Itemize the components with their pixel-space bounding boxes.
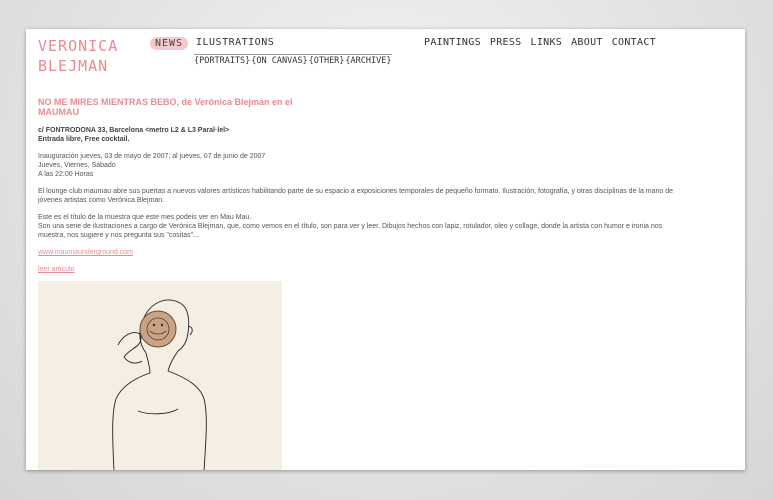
time-line: A las 22:00 Horas bbox=[38, 171, 94, 178]
nav-other[interactable]: {OTHER} bbox=[309, 56, 345, 66]
article-address: c/ FONTRODONA 33, Barcelona <metro L2 & … bbox=[38, 126, 678, 144]
article-paragraph-2: Este es el título de la muestra que este… bbox=[38, 213, 678, 240]
date-line: Inauguración jueves, 03 de mayo de 2007;… bbox=[38, 153, 266, 160]
nav-contact[interactable]: CONTACT bbox=[612, 37, 656, 48]
read-article-link[interactable]: leer artículo bbox=[38, 265, 678, 274]
logo-line1: VERONICA bbox=[38, 37, 119, 55]
article: NO ME MIRES MIENTRAS BEBO, de Verónica B… bbox=[38, 97, 678, 274]
nav-illustrations[interactable]: ILUSTRATIONS bbox=[196, 37, 274, 48]
page: VERONICA BLEJMAN NEWS ILUSTRATIONS {PORT… bbox=[26, 29, 745, 470]
paragraph-2-line-2: Son una serie de ilustraciones a cargo d… bbox=[38, 223, 663, 239]
nav-illustrations-submenu: {PORTRAITS}{ON CANVAS}{OTHER}{ARCHIVE} bbox=[194, 54, 393, 66]
article-paragraph-1: El lounge club maumau abre sus puertas a… bbox=[38, 188, 674, 204]
logo[interactable]: VERONICA BLEJMAN bbox=[38, 36, 118, 76]
nav-archive[interactable]: {ARCHIVE} bbox=[345, 56, 391, 66]
artwork-drawing bbox=[38, 281, 282, 470]
days-line: Jueves, Viernes, Sábado bbox=[38, 162, 116, 169]
entry-line: Entrada libre, Free cocktail. bbox=[38, 136, 130, 143]
paragraph-2-line-1: Este es el título de la muestra que este… bbox=[38, 214, 252, 221]
maumau-link[interactable]: www.maumaunderground.com bbox=[38, 248, 678, 257]
nav-about[interactable]: ABOUT bbox=[571, 37, 603, 48]
nav-right: PAINTINGS PRESS LINKS ABOUT CONTACT bbox=[424, 37, 665, 48]
nav-press[interactable]: PRESS bbox=[490, 37, 522, 48]
article-title: NO ME MIRES MIENTRAS BEBO, de Verónica B… bbox=[38, 97, 293, 117]
nav-paintings[interactable]: PAINTINGS bbox=[424, 37, 481, 48]
artwork-image bbox=[38, 281, 282, 470]
address-line: c/ FONTRODONA 33, Barcelona <metro L2 & … bbox=[38, 127, 230, 134]
article-dates: Inauguración jueves, 03 de mayo de 2007;… bbox=[38, 152, 678, 179]
logo-line2: BLEJMAN bbox=[38, 57, 109, 75]
nav-news[interactable]: NEWS bbox=[150, 37, 189, 50]
nav-portraits[interactable]: {PORTRAITS} bbox=[194, 56, 250, 66]
nav-on-canvas[interactable]: {ON CANVAS} bbox=[251, 56, 307, 66]
nav-links[interactable]: LINKS bbox=[531, 37, 563, 48]
